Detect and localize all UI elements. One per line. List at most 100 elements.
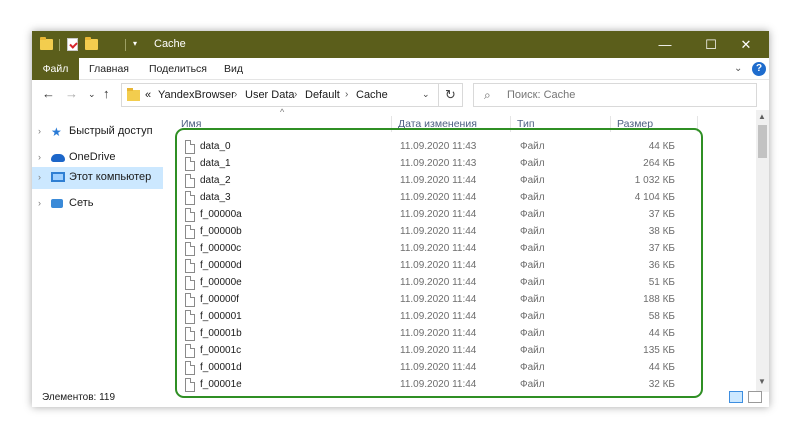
file-type: Файл bbox=[520, 277, 545, 288]
sidebar-item-onedrive[interactable]: › OneDrive bbox=[32, 147, 163, 169]
details-view-button[interactable] bbox=[729, 391, 743, 403]
file-size: 1 032 КБ bbox=[634, 175, 675, 186]
breadcrumb-overflow[interactable]: « bbox=[145, 89, 151, 101]
file-icon bbox=[185, 310, 195, 324]
back-button[interactable]: ← bbox=[42, 86, 55, 101]
column-divider[interactable] bbox=[391, 116, 392, 132]
file-name: data_1 bbox=[200, 158, 231, 169]
column-header-size[interactable]: Размер bbox=[617, 118, 653, 130]
column-divider[interactable] bbox=[697, 116, 698, 132]
table-row[interactable]: f_00000f 11.09.2020 11:44 Файл 188 КБ bbox=[172, 292, 756, 309]
file-size: 188 КБ bbox=[643, 294, 675, 305]
file-type: Файл bbox=[520, 311, 545, 322]
vertical-scrollbar[interactable]: ▲ ▼ bbox=[756, 110, 769, 392]
table-row[interactable]: f_000001 11.09.2020 11:44 Файл 58 КБ bbox=[172, 309, 756, 326]
breadcrumb-user-data[interactable]: User Data bbox=[245, 89, 295, 101]
help-icon[interactable]: ? bbox=[752, 62, 766, 76]
navigation-bar: ← → ⌄ ↑ « YandexBrowser › User Data › De… bbox=[32, 80, 769, 110]
sidebar-item-this-pc[interactable]: › Этот компьютер bbox=[32, 167, 163, 189]
file-size: 37 КБ bbox=[648, 243, 675, 254]
breadcrumb-yandexbrowser[interactable]: YandexBrowser bbox=[158, 89, 235, 101]
scroll-down-icon[interactable]: ▼ bbox=[758, 377, 766, 386]
item-count: Элементов: 119 bbox=[42, 392, 116, 403]
file-name: f_00001d bbox=[200, 362, 242, 373]
address-bar[interactable]: « YandexBrowser › User Data › Default › … bbox=[121, 83, 439, 107]
file-icon bbox=[185, 293, 195, 307]
column-header-type[interactable]: Тип bbox=[517, 118, 535, 130]
address-dropdown-icon[interactable]: ⌄ bbox=[422, 89, 430, 100]
table-row[interactable]: f_00000c 11.09.2020 11:44 Файл 37 КБ bbox=[172, 241, 756, 258]
table-row[interactable]: data_3 11.09.2020 11:44 Файл 4 104 КБ bbox=[172, 190, 756, 207]
quick-access-dropdown-icon[interactable]: ▾ bbox=[133, 40, 141, 48]
file-name: f_000001 bbox=[200, 311, 242, 322]
up-button[interactable]: ↑ bbox=[103, 86, 110, 101]
expand-ribbon-icon[interactable]: ⌄ bbox=[734, 63, 742, 74]
table-row[interactable]: f_00000d 11.09.2020 11:44 Файл 36 КБ bbox=[172, 258, 756, 275]
file-type: Файл bbox=[520, 141, 545, 152]
tab-view[interactable]: Вид bbox=[224, 58, 243, 80]
sidebar-item-quick-access[interactable]: › ★ Быстрый доступ bbox=[32, 121, 163, 143]
file-date: 11.09.2020 11:44 bbox=[400, 277, 477, 288]
table-row[interactable]: data_0 11.09.2020 11:43 Файл 44 КБ bbox=[172, 139, 756, 156]
status-bar: Элементов: 119 bbox=[32, 389, 769, 407]
file-icon bbox=[185, 157, 195, 171]
breadcrumb-default[interactable]: Default bbox=[305, 89, 340, 101]
breadcrumb-separator[interactable]: › bbox=[234, 89, 237, 100]
breadcrumb-separator[interactable]: › bbox=[294, 89, 297, 100]
tab-home[interactable]: Главная bbox=[89, 58, 129, 80]
table-row[interactable]: f_00000a 11.09.2020 11:44 Файл 37 КБ bbox=[172, 207, 756, 224]
table-row[interactable]: data_1 11.09.2020 11:43 Файл 264 КБ bbox=[172, 156, 756, 173]
scroll-up-icon[interactable]: ▲ bbox=[758, 112, 766, 121]
file-date: 11.09.2020 11:44 bbox=[400, 226, 477, 237]
refresh-button[interactable]: ↻ bbox=[439, 83, 463, 107]
expand-arrow-icon[interactable]: › bbox=[38, 152, 41, 162]
search-icon: ⌕ bbox=[484, 88, 491, 102]
column-divider[interactable] bbox=[610, 116, 611, 132]
file-icon bbox=[185, 242, 195, 256]
sidebar-item-label: Сеть bbox=[69, 197, 94, 209]
file-icon bbox=[185, 276, 195, 290]
file-date: 11.09.2020 11:44 bbox=[400, 209, 477, 220]
network-icon bbox=[51, 199, 63, 208]
table-row[interactable]: f_00001c 11.09.2020 11:44 Файл 135 КБ bbox=[172, 343, 756, 360]
search-input[interactable] bbox=[507, 89, 747, 101]
tab-share[interactable]: Поделиться bbox=[149, 58, 207, 80]
file-size: 135 КБ bbox=[643, 345, 675, 356]
close-button[interactable]: ✕ bbox=[723, 31, 769, 58]
column-header-date[interactable]: Дата изменения bbox=[398, 118, 477, 130]
search-box[interactable]: ⌕ bbox=[473, 83, 757, 107]
sidebar-item-network[interactable]: › Сеть bbox=[32, 193, 163, 215]
expand-arrow-icon[interactable]: › bbox=[38, 172, 41, 182]
column-divider[interactable] bbox=[510, 116, 511, 132]
table-row[interactable]: f_00000e 11.09.2020 11:44 Файл 51 КБ bbox=[172, 275, 756, 292]
breadcrumb-separator[interactable]: › bbox=[345, 89, 348, 100]
file-date: 11.09.2020 11:44 bbox=[400, 260, 477, 271]
cloud-icon bbox=[51, 154, 65, 162]
large-icons-view-button[interactable] bbox=[748, 391, 762, 403]
new-folder-icon[interactable] bbox=[85, 37, 98, 50]
table-row[interactable]: f_00001d 11.09.2020 11:44 Файл 44 КБ bbox=[172, 360, 756, 377]
scroll-thumb[interactable] bbox=[758, 125, 767, 158]
sidebar-item-label: Этот компьютер bbox=[69, 171, 152, 183]
file-icon bbox=[185, 259, 195, 273]
file-name: data_3 bbox=[200, 192, 231, 203]
file-name: f_00000e bbox=[200, 277, 242, 288]
file-name: f_00001c bbox=[200, 345, 242, 356]
file-date: 11.09.2020 11:44 bbox=[400, 243, 477, 254]
forward-button[interactable]: → bbox=[65, 86, 78, 101]
breadcrumb-cache[interactable]: Cache bbox=[356, 89, 388, 101]
expand-arrow-icon[interactable]: › bbox=[38, 198, 41, 208]
column-header-name[interactable]: Имя bbox=[181, 118, 201, 130]
properties-icon[interactable] bbox=[67, 38, 78, 51]
file-size: 44 КБ bbox=[648, 362, 675, 373]
minimize-button[interactable]: — bbox=[642, 31, 688, 58]
tab-file[interactable]: Файл bbox=[32, 58, 79, 80]
file-date: 11.09.2020 11:43 bbox=[400, 158, 477, 169]
table-row[interactable]: f_00001b 11.09.2020 11:44 Файл 44 КБ bbox=[172, 326, 756, 343]
table-row[interactable]: f_00000b 11.09.2020 11:44 Файл 38 КБ bbox=[172, 224, 756, 241]
column-label: Имя bbox=[181, 118, 202, 130]
table-row[interactable]: data_2 11.09.2020 11:44 Файл 1 032 КБ bbox=[172, 173, 756, 190]
file-size: 38 КБ bbox=[648, 226, 675, 237]
recent-locations-button[interactable]: ⌄ bbox=[88, 89, 96, 100]
expand-arrow-icon[interactable]: › bbox=[38, 126, 41, 136]
